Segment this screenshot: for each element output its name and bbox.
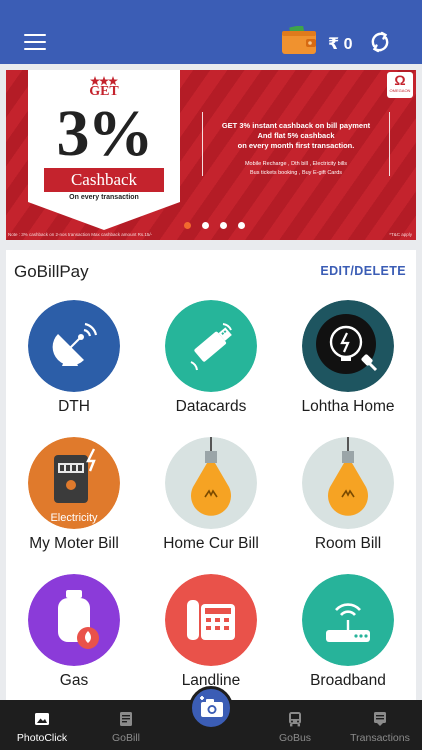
tile-my-moter-bill[interactable]: Electricity My Moter Bill: [6, 437, 142, 563]
offer-line-3: on every month first transaction.: [237, 141, 355, 150]
services-line-1: Mobile Recharge , Dth bill , Electricity…: [244, 161, 348, 167]
tile-label: My Moter Bill: [29, 535, 119, 552]
gas-cylinder-icon: [28, 574, 120, 666]
bus-icon: [289, 712, 301, 727]
promo-banner[interactable]: GET 3% Cashback On every transaction GET…: [6, 70, 416, 240]
offer-line-1: GET 3% instant cashback on bill payment: [221, 121, 371, 130]
carousel-dot-1[interactable]: [184, 222, 191, 229]
light-bulb-icon: [165, 437, 257, 529]
camera-add-icon: [200, 696, 223, 717]
gobillpay-card: GoBillPay EDIT/DELETE DTH Datacards Loht…: [6, 250, 416, 700]
tab-gobus[interactable]: GoBus: [253, 700, 337, 750]
tile-label: Lohtha Home: [301, 398, 395, 415]
electricity-caption: Electricity: [50, 512, 98, 524]
tab-transactions[interactable]: Transactions: [338, 700, 422, 750]
landline-phone-icon: [165, 574, 257, 666]
tab-gobill[interactable]: GoBill: [84, 700, 168, 750]
refresh-icon[interactable]: [368, 30, 392, 54]
banner-note: Note : 3% cashback on 2-nos transaction …: [8, 232, 153, 237]
tile-label: Datacards: [175, 398, 247, 415]
tile-label: DTH: [58, 398, 90, 415]
app-header: ₹ 0: [0, 0, 422, 64]
light-bulb-icon: [302, 437, 394, 529]
usb-datacard-icon: [165, 300, 257, 392]
section-title: GoBillPay: [14, 262, 89, 281]
bill-icon: [120, 712, 132, 726]
tile-gas[interactable]: Gas: [6, 574, 142, 700]
tab-label: GoBill: [111, 732, 140, 744]
electricity-meter-icon: Electricity: [28, 437, 120, 529]
tile-landline[interactable]: Landline: [143, 574, 279, 700]
banner-on-every: On every transaction: [69, 194, 139, 201]
tile-broadband[interactable]: Broadband: [280, 574, 416, 700]
banner-tc: *T&C apply: [389, 232, 412, 237]
tile-datacards[interactable]: Datacards: [143, 300, 279, 426]
hamburger-menu-icon[interactable]: [24, 34, 46, 50]
tile-dth[interactable]: DTH: [6, 300, 142, 426]
banner-cashback-label: Cashback: [44, 168, 164, 192]
tab-label: GoBus: [278, 732, 312, 744]
tab-label: Transactions: [350, 732, 410, 744]
tab-photoclick[interactable]: PhotoClick: [0, 700, 84, 750]
offer-line-2: And flat 5% cashback: [257, 131, 335, 140]
services-line-2: Bus tickets booking , Buy E-gift Cards: [249, 170, 342, 176]
tile-room-bill[interactable]: Room Bill: [280, 437, 416, 563]
carousel-dot-2[interactable]: [202, 222, 209, 229]
satellite-dish-icon: [28, 300, 120, 392]
tile-label: Room Bill: [314, 535, 382, 552]
tab-label: PhotoClick: [16, 732, 68, 744]
edit-delete-button[interactable]: EDIT/DELETE: [320, 264, 406, 278]
tile-lohtha-home[interactable]: Lohtha Home: [280, 300, 416, 426]
bulb-plug-icon: [302, 300, 394, 392]
carousel-dot-3[interactable]: [220, 222, 227, 229]
carousel-dot-4[interactable]: [238, 222, 245, 229]
photo-icon: [35, 713, 49, 725]
tile-label: Gas: [59, 672, 89, 689]
tile-home-cur-bill[interactable]: Home Cur Bill: [143, 437, 279, 563]
banner-percent: 3%: [56, 97, 154, 170]
tile-label: Home Cur Bill: [163, 535, 259, 552]
carousel-dots: [184, 222, 250, 230]
tile-label: Broadband: [310, 672, 386, 689]
camera-add-button[interactable]: [189, 686, 233, 730]
transactions-icon: [374, 712, 386, 726]
wallet-icon[interactable]: [282, 24, 316, 54]
wallet-balance[interactable]: ₹ 0: [328, 34, 352, 54]
omegaon-logo: Ω OMEGAON: [387, 72, 413, 98]
wifi-router-icon: [302, 574, 394, 666]
